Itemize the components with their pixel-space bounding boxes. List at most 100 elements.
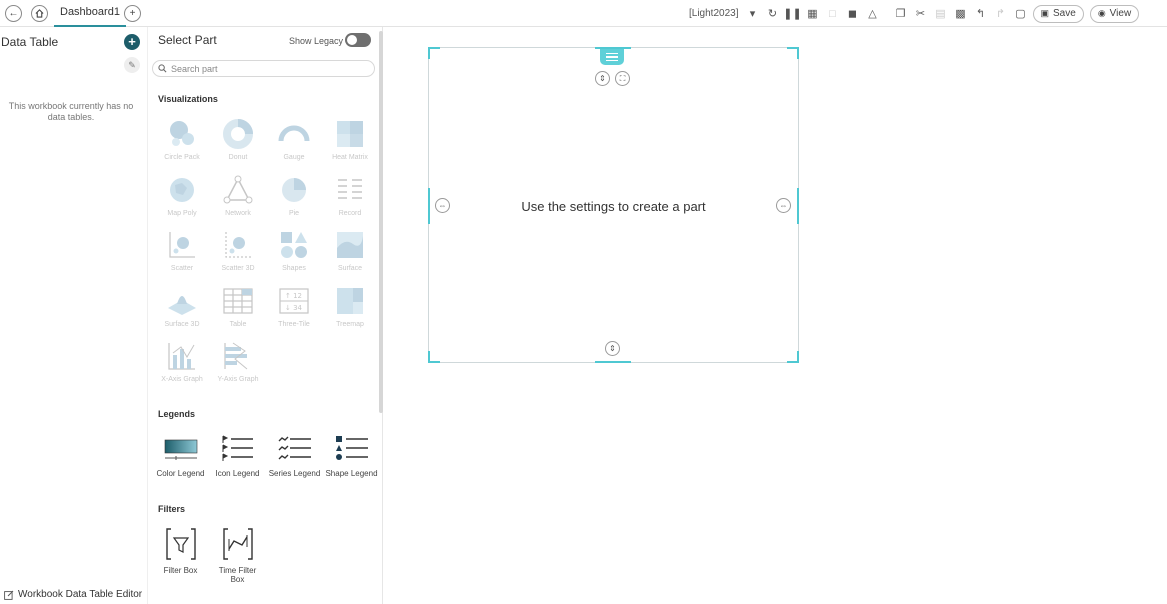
search-part-box[interactable] [152,60,375,77]
viz-x-axis-graph[interactable]: X-Axis Graph [154,339,210,395]
view-button[interactable]: ◉ View [1089,4,1140,23]
donut-icon [223,119,253,149]
pdf-icon[interactable]: □ [825,6,841,22]
part-panel-scrollbar[interactable] [379,31,383,413]
trash-icon[interactable]: ▩ [953,6,969,22]
chevron-down-icon[interactable]: ▾ [745,6,761,22]
cut-icon[interactable]: ✂ [913,6,929,22]
add-tab-button[interactable]: + [124,5,141,22]
save-label: Save [1053,8,1076,19]
pencil-icon: ✎ [128,60,136,70]
y-axis-graph-icon [224,342,248,370]
visualizations-heading: Visualizations [158,94,218,104]
arrows-vertical-icon: ⇕ [609,344,616,353]
filter-box-icon [165,528,196,560]
select-part-panel: Select Part Show Legacy Visualizations C… [147,27,383,604]
drag-handle[interactable] [600,49,624,65]
bookmark-icon[interactable]: ◼ [845,6,861,22]
heat-matrix-icon [337,121,363,147]
add-data-table-button[interactable]: + [124,34,140,50]
legends-row: Color Legend Icon Legend Series Legend S… [152,434,380,478]
legend-color[interactable]: Color Legend [152,434,209,478]
resize-corner-top-right[interactable] [787,47,799,59]
calendar-icon[interactable]: ▦ [805,6,821,22]
legend-series[interactable]: Series Legend [266,434,323,478]
fullscreen-icon: ⛶ [619,73,626,83]
time-filter-box[interactable]: Time Filter Box [209,527,266,584]
tab-dashboard1[interactable]: Dashboard1 [54,0,126,27]
back-button[interactable]: ← [5,5,22,22]
svg-text:↑ 12: ↑ 12 [285,292,302,300]
viz-map-poly[interactable]: Map Poly [154,173,210,229]
refresh-icon[interactable]: ↻ [765,6,781,22]
empty-part-frame[interactable]: ⇕ ⛶ ⇔ ⇔ ⇕ Use the settings to create a p… [428,47,799,363]
workbook-data-table-editor-link[interactable]: Workbook Data Table Editor [4,589,142,600]
show-legacy-toggle[interactable] [345,33,371,47]
viz-gauge[interactable]: Gauge [266,117,322,173]
pause-icon[interactable]: ❚❚ [783,6,801,22]
maximize-button[interactable]: ⛶ [615,71,630,86]
circle-pack-icon [170,121,194,146]
viz-heat-matrix[interactable]: Heat Matrix [322,117,378,173]
search-icon [158,64,167,73]
scatter-3d-icon [225,232,251,258]
show-legacy-label: Show Legacy [289,36,344,46]
viz-table[interactable]: Table [210,284,266,340]
redo-icon[interactable]: ↱ [993,6,1009,22]
filter-box[interactable]: Filter Box [152,527,209,584]
visualizations-grid: Circle Pack Donut Gauge Heat Matrix Map … [154,117,378,395]
viz-scatter[interactable]: Scatter [154,228,210,284]
arrows-vertical-icon: ⇕ [599,74,606,83]
record-icon [338,178,362,199]
filters-row: Filter Box Time Filter Box [152,527,266,584]
comment-icon[interactable]: ▢ [1013,6,1029,22]
time-filter-box-icon [222,528,253,560]
resize-corner-top-left[interactable] [428,47,440,59]
pie-icon [282,177,306,202]
network-icon [223,175,253,203]
top-toolbar: ← Dashboard1 + [Light2023] ▾ ↻ ❚❚ ▦ □ ◼ … [0,0,1167,27]
legend-icon[interactable]: Icon Legend [209,434,266,478]
home-button[interactable] [31,5,48,22]
bell-icon[interactable]: △ [865,6,881,22]
viz-pie[interactable]: Pie [266,173,322,229]
map-poly-icon [170,177,194,202]
paste-icon[interactable]: ▤ [933,6,949,22]
resize-corner-bottom-left[interactable] [428,351,440,363]
viz-surface-3d[interactable]: Surface 3D [154,284,210,340]
view-label: View [1109,8,1132,19]
viz-three-tile[interactable]: ↑ 12 ↓ 34 Three-Tile [266,284,322,340]
viz-network[interactable]: Network [210,173,266,229]
create-part-message: Use the settings to create a part [521,199,706,214]
save-button[interactable]: ▣ Save [1032,4,1084,23]
three-tile-icon: ↑ 12 ↓ 34 [279,287,309,314]
theme-selector-label[interactable]: [Light2023] [689,8,739,19]
series-legend-icon [278,436,311,460]
resize-edge-bottom[interactable] [595,361,631,363]
viz-scatter-3d[interactable]: Scatter 3D [210,228,266,284]
edit-data-table-button[interactable]: ✎ [124,57,140,73]
resize-corner-bottom-right[interactable] [787,351,799,363]
undo-icon[interactable]: ↰ [973,6,989,22]
search-part-input[interactable] [171,63,361,74]
viz-circle-pack[interactable]: Circle Pack [154,117,210,173]
surface-icon [337,232,363,258]
legend-shape[interactable]: Shape Legend [323,434,380,478]
svg-text:↓ 34: ↓ 34 [285,304,303,312]
viz-shapes[interactable]: Shapes [266,228,322,284]
expand-vertical-button[interactable]: ⇕ [595,71,610,86]
viz-donut[interactable]: Donut [210,117,266,173]
viz-surface[interactable]: Surface [322,228,378,284]
copy-icon[interactable]: ❐ [893,6,909,22]
scatter-icon [169,232,195,258]
viz-treemap[interactable]: Treemap [322,284,378,340]
legends-heading: Legends [158,409,196,419]
edit-square-icon [4,590,14,600]
viz-record[interactable]: Record [322,173,378,229]
expand-bottom-button[interactable]: ⇕ [605,341,620,356]
empty-message: This workbook currently has no data tabl… [8,101,134,122]
select-part-title: Select Part [158,33,217,47]
viz-y-axis-graph[interactable]: Y-Axis Graph [210,339,266,395]
save-icon: ▣ [1040,8,1050,18]
table-icon [223,287,253,314]
